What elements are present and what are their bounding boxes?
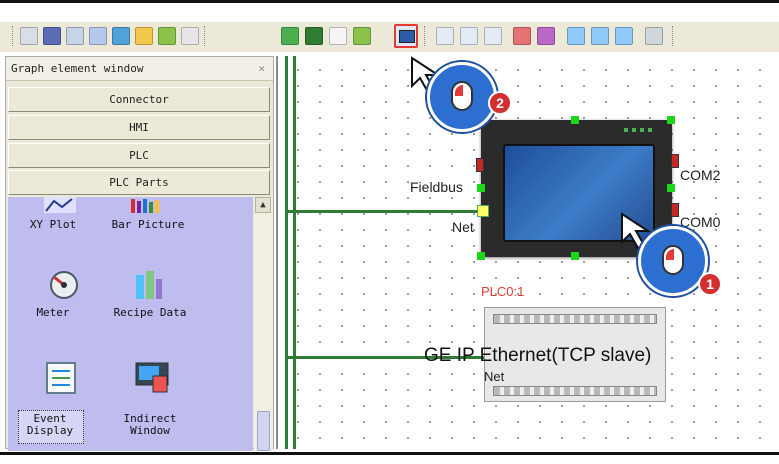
bar-picture-icon[interactable] (129, 197, 163, 217)
settings-tool-button[interactable] (537, 27, 555, 45)
parts-list: XY Plot Bar Picture Meter Recipe Data Ev… (8, 197, 253, 451)
item-label: Meter (36, 306, 70, 319)
toolbar-overflow[interactable] (672, 26, 675, 46)
plc-name: PLC0:1 (481, 284, 525, 299)
plc-terminal-top (493, 314, 657, 324)
mouse-icon (662, 245, 684, 275)
export-tool-button[interactable] (645, 27, 663, 45)
panel-title-text: Graph element window (11, 62, 144, 75)
fieldbus-port[interactable] (476, 158, 484, 172)
table-tool-button[interactable] (66, 27, 84, 45)
callout-circle-2 (427, 62, 497, 132)
toolbar-grip[interactable] (12, 26, 15, 46)
grid-tool-button[interactable] (43, 27, 61, 45)
cut-tool-button[interactable] (20, 27, 38, 45)
com2-port[interactable] (671, 154, 679, 168)
item-label: Event Display (26, 412, 74, 437)
bus-line-right[interactable] (293, 56, 296, 449)
indirect-window-icon[interactable] (135, 362, 169, 398)
recipe-data-icon[interactable] (132, 269, 164, 305)
close-icon[interactable]: × (258, 57, 265, 81)
item-label: Bar Picture (111, 218, 185, 231)
graph-tool-button[interactable] (567, 27, 585, 45)
event-display-icon[interactable] (46, 362, 76, 398)
plc-driver-label: GE IP Ethernet(TCP slave) (424, 345, 652, 366)
note-tool-button[interactable] (353, 27, 371, 45)
net-port[interactable] (477, 205, 489, 217)
status-leds (624, 128, 652, 132)
bus-tool-button[interactable] (436, 27, 454, 45)
net-label: Net (452, 219, 474, 235)
meter-icon[interactable] (48, 269, 80, 305)
scroll-up-icon[interactable]: ▲ (255, 197, 271, 213)
recipe-tool-button[interactable] (89, 27, 107, 45)
toolbar-grip-2[interactable] (424, 26, 427, 46)
screen-tool-button[interactable] (305, 27, 323, 45)
bus-line-left[interactable] (285, 56, 288, 449)
item-label: XY Plot (29, 218, 77, 231)
selection-handle[interactable] (667, 116, 675, 124)
toolbar-separator (204, 26, 207, 46)
hmi-device-icon (399, 30, 415, 43)
plc-net-label: Net (484, 369, 505, 384)
panel-title: Graph element window (6, 57, 273, 81)
selection-handle[interactable] (667, 184, 675, 192)
com2-label: COM2 (680, 167, 721, 183)
category-plc[interactable]: PLC (8, 143, 270, 168)
xy-plot-icon[interactable] (44, 197, 76, 217)
hmi-net-connection[interactable] (287, 210, 483, 213)
mouse-icon (451, 81, 473, 111)
database-tool-button[interactable] (112, 27, 130, 45)
window-tool-button[interactable] (329, 27, 347, 45)
scrollbar-thumb[interactable] (257, 411, 270, 451)
bottom-border (0, 452, 779, 464)
music-tool-button[interactable] (135, 27, 153, 45)
top-border (0, 0, 779, 3)
rule-tool-button[interactable] (181, 27, 199, 45)
bus-link-tool-button[interactable] (460, 27, 478, 45)
selection-handle[interactable] (571, 252, 579, 260)
upload-tool-button[interactable] (513, 27, 531, 45)
picture-tool-button[interactable] (281, 27, 299, 45)
canvas-border (276, 56, 278, 449)
selection-handle[interactable] (477, 252, 485, 260)
graph-3-tool-button[interactable] (615, 27, 633, 45)
graph-element-window: Graph element window × Connector HMI PLC… (5, 56, 274, 451)
step-badge-2: 2 (488, 91, 512, 115)
selection-handle[interactable] (571, 116, 579, 124)
step-badge-1: 1 (698, 272, 722, 296)
graph-2-tool-button[interactable] (591, 27, 609, 45)
category-connector[interactable]: Connector (8, 87, 270, 112)
parts-scrollbar[interactable]: ▲ (254, 197, 273, 451)
item-label: Recipe Data (113, 306, 187, 319)
item-label: Indirect Window (123, 412, 177, 437)
hmi-device-tool-button[interactable] (394, 24, 418, 48)
user-tool-button[interactable] (158, 27, 176, 45)
category-plc-parts[interactable]: PLC Parts (8, 170, 270, 195)
fieldbus-label: Fieldbus (410, 179, 463, 195)
selection-handle[interactable] (477, 184, 485, 192)
category-hmi[interactable]: HMI (8, 115, 270, 140)
bus-remove-tool-button[interactable] (484, 27, 502, 45)
plc-terminal-bottom (493, 386, 657, 396)
